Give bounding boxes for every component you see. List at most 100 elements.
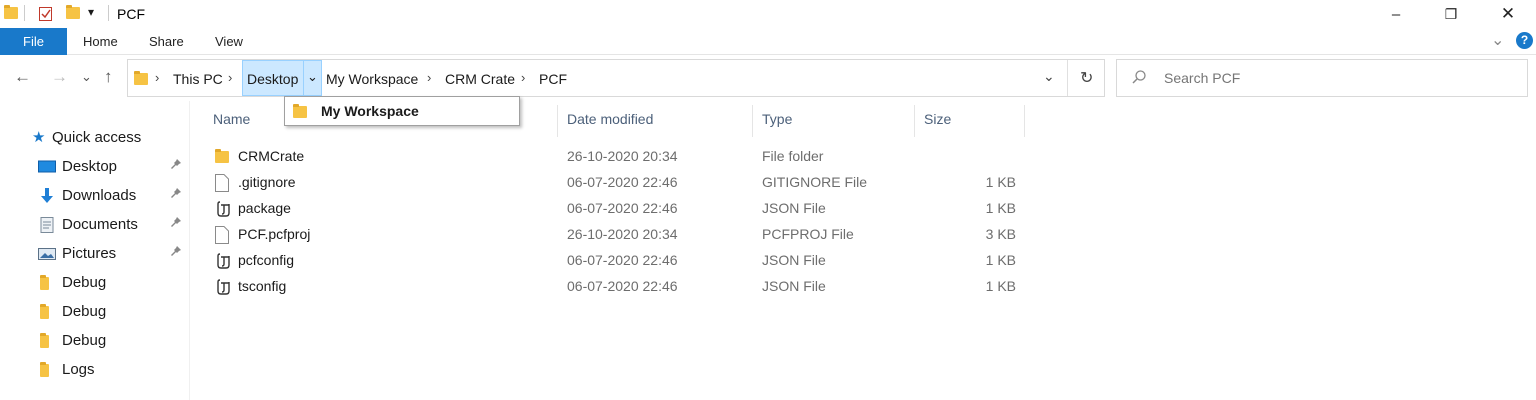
breadcrumb-my-workspace[interactable]: My Workspace bbox=[326, 71, 418, 87]
file-date: 06-07-2020 22:46 bbox=[567, 278, 678, 294]
tab-home[interactable]: Home bbox=[83, 28, 118, 55]
properties-icon[interactable] bbox=[38, 5, 54, 25]
table-row[interactable]: tsconfig 06-07-2020 22:46 JSON File 1 KB bbox=[195, 274, 1095, 300]
pin-icon[interactable] bbox=[170, 216, 182, 231]
search-input[interactable] bbox=[1164, 68, 1504, 88]
folder-icon bbox=[215, 149, 231, 168]
sidebar-item-pictures[interactable]: Pictures bbox=[0, 239, 190, 268]
address-history-chevron-icon[interactable]: ⌄ bbox=[1043, 68, 1055, 85]
file-type: JSON File bbox=[762, 278, 826, 294]
refresh-button[interactable]: ↻ bbox=[1080, 68, 1093, 88]
file-icon bbox=[215, 226, 231, 244]
sidebar-item-debug[interactable]: Debug bbox=[0, 326, 190, 355]
dropdown-item-my-workspace[interactable]: My Workspace bbox=[321, 103, 419, 119]
star-icon: ★ bbox=[32, 129, 46, 146]
table-row[interactable]: .gitignore 06-07-2020 22:46 GITIGNORE Fi… bbox=[195, 170, 1095, 196]
maximize-button[interactable]: ❐ bbox=[1428, 0, 1474, 28]
column-header-date-modified[interactable]: Date modified bbox=[567, 111, 653, 127]
sidebar-item-logs[interactable]: Logs bbox=[0, 355, 190, 384]
folder-icon bbox=[293, 104, 307, 121]
sidebar-item-label: Debug bbox=[62, 332, 107, 349]
forward-button[interactable]: → bbox=[51, 67, 68, 87]
sidebar-item-debug[interactable]: Debug bbox=[0, 297, 190, 326]
column-divider[interactable] bbox=[1024, 105, 1025, 137]
tab-file[interactable]: File bbox=[0, 28, 67, 55]
close-button[interactable]: ✕ bbox=[1485, 0, 1531, 28]
breadcrumb-crm-crate[interactable]: CRM Crate bbox=[445, 71, 515, 87]
pin-icon[interactable] bbox=[170, 245, 182, 260]
tab-share[interactable]: Share bbox=[149, 28, 184, 55]
sidebar-item-downloads[interactable]: Downloads bbox=[0, 181, 190, 210]
breadcrumb-separator[interactable]: › bbox=[427, 70, 431, 85]
folder-icon bbox=[40, 304, 58, 322]
back-button[interactable]: ← bbox=[14, 67, 31, 87]
search-box[interactable] bbox=[1116, 59, 1528, 97]
sidebar-item-label: Quick access bbox=[52, 129, 142, 146]
window-title: PCF bbox=[117, 6, 145, 22]
sidebar-item-label: Debug bbox=[62, 274, 107, 291]
tab-view[interactable]: View bbox=[215, 28, 243, 55]
new-folder-icon[interactable] bbox=[66, 5, 80, 22]
table-row[interactable]: package 06-07-2020 22:46 JSON File 1 KB bbox=[195, 196, 1095, 222]
sidebar-item-label: Logs bbox=[62, 361, 95, 378]
column-divider[interactable] bbox=[752, 105, 753, 137]
file-size: 3 KB bbox=[985, 226, 1016, 242]
ribbon: File Home Share View ⌄ ? bbox=[0, 28, 1536, 55]
help-icon[interactable]: ? bbox=[1516, 32, 1533, 49]
column-divider[interactable] bbox=[914, 105, 915, 137]
sidebar-item-documents[interactable]: Documents bbox=[0, 210, 190, 239]
documents-icon bbox=[38, 217, 56, 233]
breadcrumb-this-pc[interactable]: This PC bbox=[173, 71, 223, 87]
breadcrumb-desktop[interactable]: Desktop bbox=[247, 71, 298, 87]
address-bar[interactable]: › This PC › Desktop ⌄ My Workspace › CRM… bbox=[127, 59, 1105, 97]
table-row[interactable]: CRMCrate 26-10-2020 20:34 File folder bbox=[195, 144, 1095, 170]
expand-ribbon-chevron-icon[interactable]: ⌄ bbox=[1491, 30, 1504, 50]
customize-toolbar-dropdown[interactable]: ▾ bbox=[88, 5, 94, 19]
sidebar-item-label: Pictures bbox=[62, 245, 117, 262]
column-divider[interactable] bbox=[557, 105, 558, 137]
sidebar-item-debug[interactable]: Debug bbox=[0, 268, 190, 297]
column-header-type[interactable]: Type bbox=[762, 111, 792, 127]
breadcrumb-pcf[interactable]: PCF bbox=[539, 71, 567, 87]
breadcrumb-separator[interactable]: › bbox=[521, 70, 525, 85]
file-type: File folder bbox=[762, 148, 824, 164]
pin-icon[interactable] bbox=[170, 187, 182, 202]
title-bar: ▾ PCF – ❐ ✕ bbox=[0, 0, 1536, 28]
sidebar-item-label: Downloads bbox=[62, 187, 137, 204]
column-header-size[interactable]: Size bbox=[924, 111, 951, 127]
toolbar-divider bbox=[108, 5, 109, 21]
file-date: 06-07-2020 22:46 bbox=[567, 174, 678, 190]
sidebar-item-quick-access[interactable]: ★ Quick access bbox=[0, 123, 190, 152]
file-type: JSON File bbox=[762, 252, 826, 268]
folder-icon bbox=[40, 275, 58, 293]
toolbar-divider bbox=[24, 5, 25, 21]
minimize-button[interactable]: – bbox=[1373, 0, 1419, 28]
file-name: PCF.pcfproj bbox=[238, 226, 311, 242]
chevron-down-icon[interactable]: ⌄ bbox=[307, 69, 318, 85]
breadcrumb-desktop-selected[interactable]: Desktop ⌄ bbox=[242, 60, 322, 96]
file-date: 26-10-2020 20:34 bbox=[567, 148, 678, 164]
breadcrumb-separator[interactable]: › bbox=[155, 70, 159, 85]
breadcrumb-separator[interactable]: › bbox=[228, 70, 232, 85]
file-size: 1 KB bbox=[985, 174, 1016, 190]
recent-locations-dropdown[interactable]: ⌄ bbox=[81, 69, 92, 85]
file-type: PCFPROJ File bbox=[762, 226, 854, 242]
json-file-icon bbox=[215, 200, 231, 218]
pin-icon[interactable] bbox=[170, 158, 182, 173]
navigation-pane: ★ Quick access Desktop Downloads Documen… bbox=[0, 101, 190, 400]
divider bbox=[1067, 60, 1068, 96]
sidebar-item-desktop[interactable]: Desktop bbox=[0, 152, 190, 181]
download-icon bbox=[38, 188, 56, 204]
table-row[interactable]: pcfconfig 06-07-2020 22:46 JSON File 1 K… bbox=[195, 248, 1095, 274]
file-name: package bbox=[238, 200, 291, 216]
folder-icon bbox=[40, 362, 58, 380]
sidebar-item-label: Debug bbox=[62, 303, 107, 320]
folder-icon[interactable] bbox=[4, 5, 18, 22]
sidebar-item-label: Desktop bbox=[62, 158, 118, 175]
file-size: 1 KB bbox=[985, 200, 1016, 216]
up-button[interactable]: ↑ bbox=[104, 67, 113, 87]
pictures-icon bbox=[38, 246, 56, 262]
column-header-name[interactable]: Name bbox=[213, 111, 250, 127]
file-type: GITIGNORE File bbox=[762, 174, 868, 190]
table-row[interactable]: PCF.pcfproj 26-10-2020 20:34 PCFPROJ Fil… bbox=[195, 222, 1095, 248]
